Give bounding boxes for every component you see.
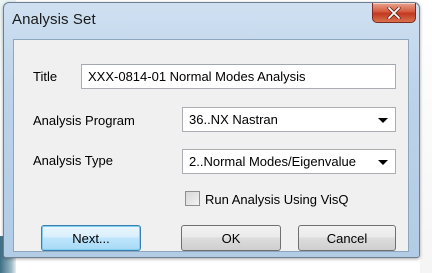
close-icon (387, 6, 401, 19)
run-visq-label: Run Analysis Using VisQ (205, 192, 349, 207)
analysis-program-label: Analysis Program (33, 113, 135, 128)
title-label: Title (33, 69, 58, 84)
chevron-down-icon (378, 118, 388, 123)
analysis-type-label: Analysis Type (33, 153, 113, 168)
analysis-type-select[interactable]: 2..Normal Modes/Eigenvalue (182, 149, 396, 174)
next-button[interactable]: Next... (41, 225, 141, 251)
title-input[interactable]: XXX-0814-01 Normal Modes Analysis (81, 64, 396, 89)
background-right (420, 0, 432, 273)
close-button[interactable] (372, 3, 416, 23)
ok-button[interactable]: OK (181, 225, 281, 251)
analysis-program-select[interactable]: 36..NX Nastran (182, 107, 396, 132)
cancel-button[interactable]: Cancel (298, 225, 396, 251)
dialog-body: Title XXX-0814-01 Normal Modes Analysis … (13, 39, 409, 252)
window-title: Analysis Set (12, 11, 96, 28)
chevron-down-icon (378, 160, 388, 165)
analysis-set-dialog: Analysis Set Title XXX-0814-01 Normal Mo… (3, 2, 420, 258)
analysis-type-value: 2..Normal Modes/Eigenvalue (189, 154, 356, 169)
run-visq-checkbox[interactable] (185, 191, 200, 206)
analysis-program-value: 36..NX Nastran (189, 112, 278, 127)
